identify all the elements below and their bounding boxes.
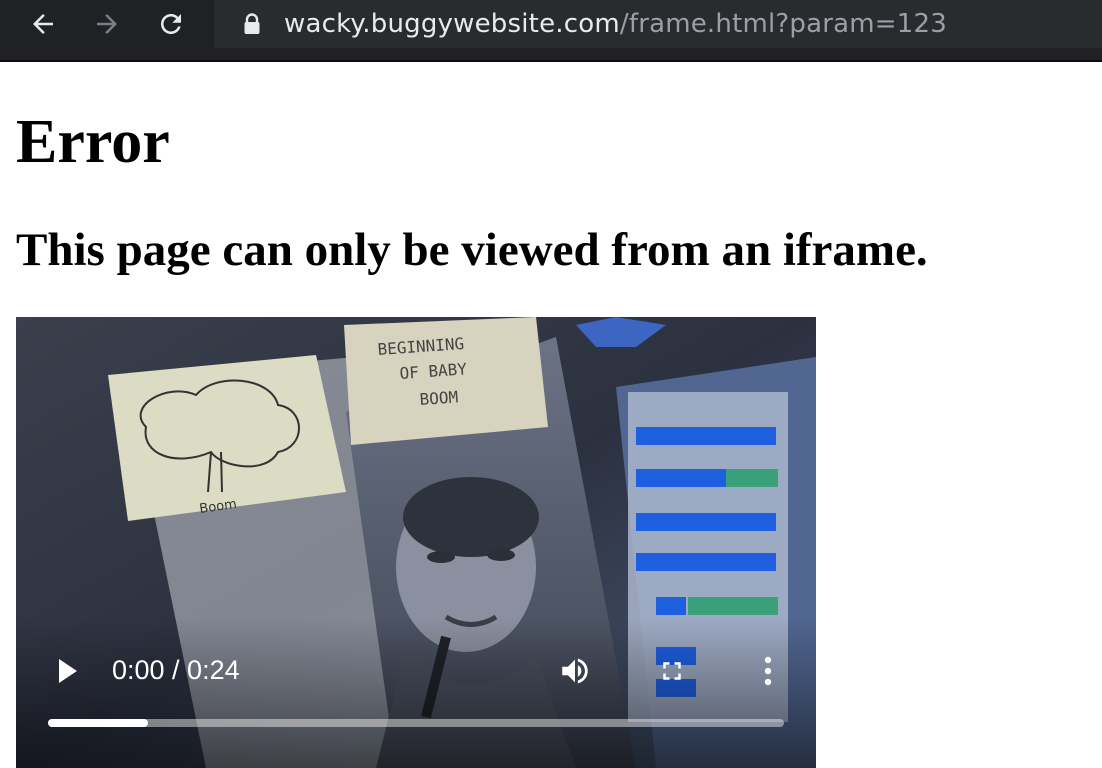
controls-overlay — [16, 618, 816, 768]
lock-icon — [244, 13, 260, 34]
volume-button[interactable] — [555, 651, 595, 691]
url-text[interactable]: wacky.buggywebsite.com/frame.html?param=… — [284, 8, 947, 40]
volume-icon — [562, 658, 588, 684]
play-icon — [59, 659, 77, 683]
video-player[interactable]: Boom BEGINNING OF BABY BOOM 0:00 / 0:24 — [16, 317, 816, 768]
play-button[interactable] — [48, 651, 88, 691]
url-host: wacky.buggywebsite.com — [284, 9, 620, 39]
time-display: 0:00 / 0:24 — [112, 655, 240, 685]
url-path: /frame.html?param=123 — [619, 9, 948, 39]
back-arrow-icon — [33, 14, 53, 34]
forward-arrow-icon — [97, 14, 117, 34]
forward-button[interactable] — [89, 6, 125, 42]
note-line-3: BOOM — [419, 387, 459, 409]
reload-button[interactable] — [153, 6, 189, 42]
page-title: Error — [16, 108, 170, 176]
fullscreen-button[interactable] — [652, 651, 692, 691]
fullscreen-icon — [663, 662, 681, 680]
page-content: Error This page can only be viewed from … — [0, 62, 1102, 768]
page-subtitle: This page can only be viewed from an ifr… — [16, 224, 928, 276]
back-button[interactable] — [25, 6, 61, 42]
seek-bar-progress — [48, 719, 149, 727]
browser-toolbar: wacky.buggywebsite.com/frame.html?param=… — [0, 0, 1102, 62]
seek-bar[interactable] — [48, 719, 784, 727]
more-options-button[interactable] — [748, 651, 788, 691]
reload-icon — [161, 13, 181, 34]
more-options-icon — [764, 656, 772, 686]
